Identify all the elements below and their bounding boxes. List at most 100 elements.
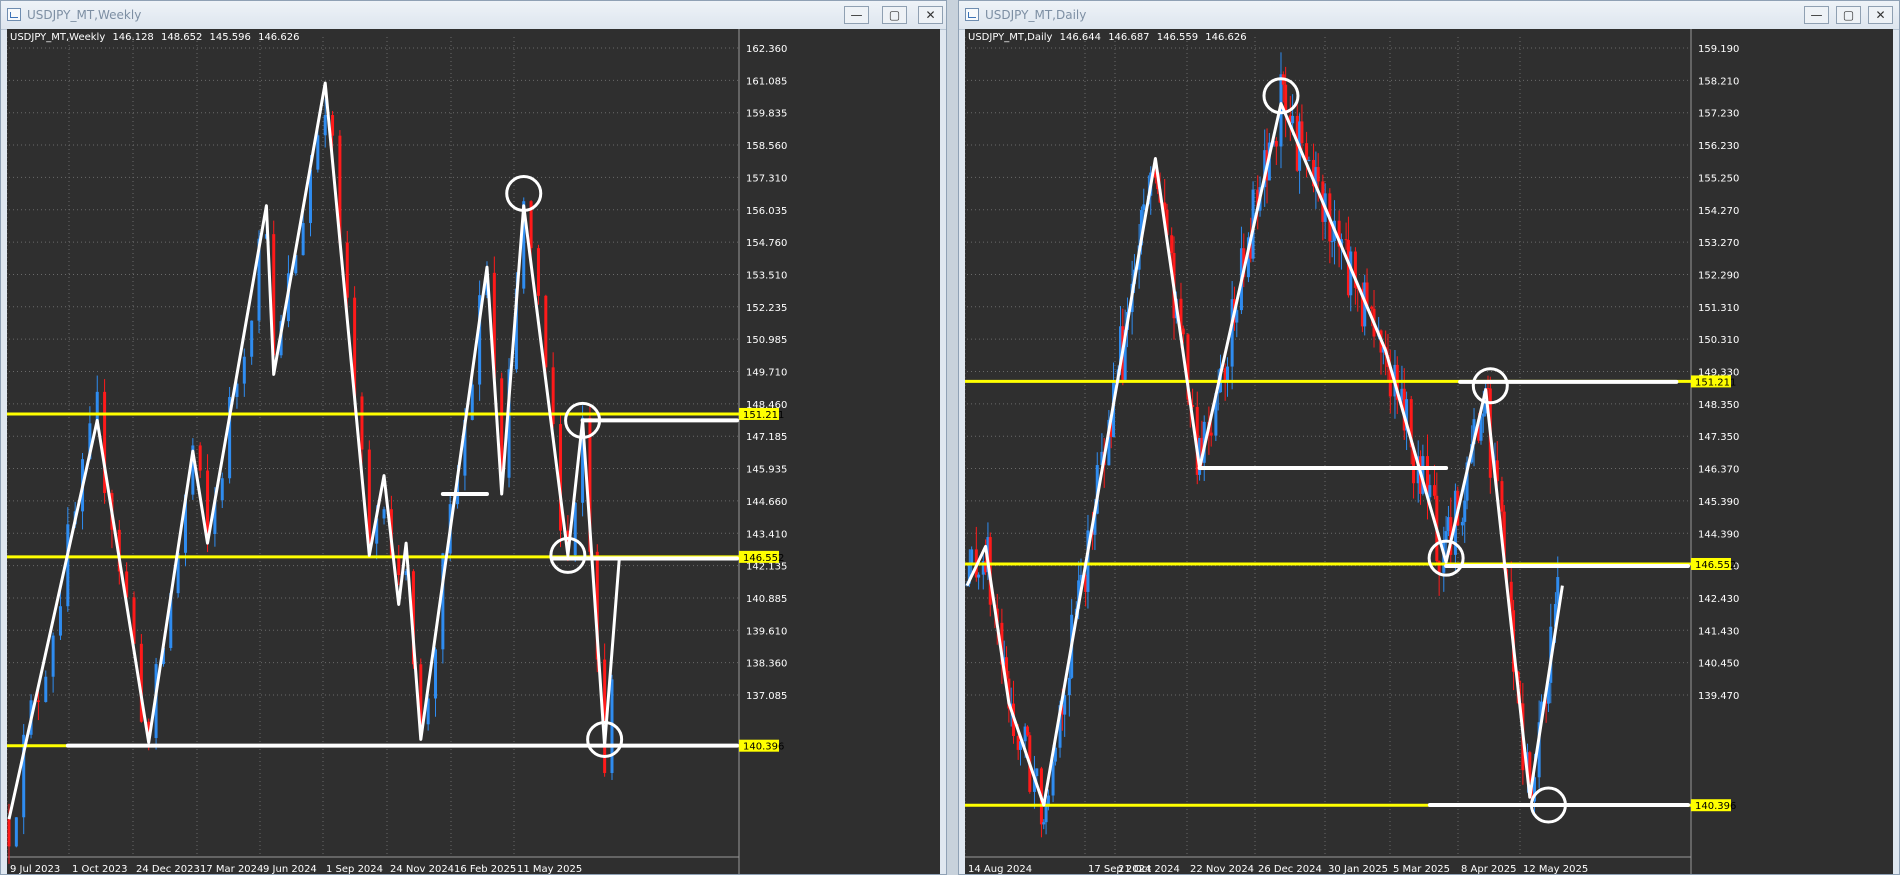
candle-body xyxy=(970,549,974,563)
restore-button[interactable]: ▢ xyxy=(882,6,907,24)
candle-body xyxy=(1481,413,1485,417)
minimize-button[interactable]: — xyxy=(1804,6,1829,24)
candle-body xyxy=(1209,432,1213,436)
open-value: 146.644 xyxy=(1059,32,1101,43)
window-titlebar[interactable]: USDJPY_MT,Daily — ▢ ✕ xyxy=(959,1,1899,30)
price-tick-label: 146.370 xyxy=(1698,465,1739,476)
symbol-label: USDJPY_MT,Weekly xyxy=(10,32,106,43)
grid-lines xyxy=(7,37,739,856)
date-tick-label: 30 Jan 2025 xyxy=(1328,864,1388,874)
candle-body xyxy=(1370,306,1374,309)
candle-body xyxy=(1044,804,1048,823)
candle-body xyxy=(1460,521,1464,526)
price-tick-label: 162.360 xyxy=(746,44,787,55)
candle-body xyxy=(551,367,555,425)
level-price-label: 146.552 xyxy=(1695,560,1736,571)
symbol-label: USDJPY_MT,Daily xyxy=(968,32,1053,43)
high-value: 148.652 xyxy=(160,32,203,43)
candle-body xyxy=(536,248,540,296)
candle-body xyxy=(1046,795,1050,805)
price-tick-label: 156.035 xyxy=(746,206,787,217)
price-tick-label: 144.660 xyxy=(746,497,787,508)
price-tick-label: 151.310 xyxy=(1698,303,1739,314)
price-tick-label: 159.190 xyxy=(1698,44,1739,55)
candle-body xyxy=(1500,481,1504,512)
candle-body xyxy=(1444,531,1448,541)
window-titlebar[interactable]: USDJPY_MT,Weekly — ▢ ✕ xyxy=(1,1,946,30)
restore-button[interactable]: ▢ xyxy=(1836,6,1861,24)
chart-canvas-daily[interactable]: 159.190 158.210 157.230 156.230 155.250 154.2… xyxy=(965,29,1893,874)
chart-window-daily[interactable]: USDJPY_MT,Daily — ▢ ✕ 159.190 158.210 157.… xyxy=(958,0,1900,875)
candle-body xyxy=(360,396,364,450)
date-tick-label: 24 Dec 2023 xyxy=(136,864,200,874)
candle-body xyxy=(95,391,99,424)
price-tick-label: 137.085 xyxy=(746,691,787,702)
price-tick-label: 157.310 xyxy=(746,173,787,184)
candle-body xyxy=(1274,140,1278,147)
price-tick-label: 155.250 xyxy=(1698,173,1739,184)
price-tick-label: 145.935 xyxy=(746,465,787,476)
candle-body xyxy=(206,470,210,534)
price-tick-label: 153.510 xyxy=(746,270,787,281)
price-tick-label: 153.270 xyxy=(1698,238,1739,249)
candle-body xyxy=(1428,485,1432,498)
candle-body xyxy=(1305,143,1309,160)
candle-body xyxy=(58,606,62,636)
price-tick-label: 139.610 xyxy=(746,626,787,637)
low-value: 145.596 xyxy=(209,32,251,43)
price-tick-label: 159.835 xyxy=(746,109,787,120)
chart-canvas-weekly[interactable]: 162.360 161.085 159.835 158.560 157.310 156.0… xyxy=(7,29,940,874)
price-tick-label: 141.430 xyxy=(1698,626,1739,637)
price-tick-label: 150.985 xyxy=(746,335,787,346)
high-value: 146.687 xyxy=(1108,32,1150,43)
candle-body xyxy=(1432,485,1436,496)
price-tick-label: 143.410 xyxy=(746,529,787,540)
candle-body xyxy=(1035,768,1039,777)
candle-body xyxy=(1142,204,1146,211)
price-tick-label: 140.885 xyxy=(746,594,787,605)
open-value: 146.128 xyxy=(112,32,154,43)
candle-body xyxy=(1051,761,1055,796)
candle-body xyxy=(301,223,305,256)
price-tick-label: 147.350 xyxy=(1698,432,1739,443)
candle-body xyxy=(1316,167,1320,182)
price-tick-label: 152.235 xyxy=(746,303,787,314)
price-chart-weekly[interactable]: 162.360 161.085 159.835 158.560 157.310 156.0… xyxy=(7,29,940,874)
price-chart-daily[interactable]: 159.190 158.210 157.230 156.230 155.250 154.2… xyxy=(965,29,1893,874)
level-price-label: 151.211 xyxy=(1695,377,1736,388)
candle-body xyxy=(434,649,438,699)
price-tick-label: 150.310 xyxy=(1698,335,1739,346)
candle-body xyxy=(242,356,246,384)
minimize-button[interactable]: — xyxy=(844,6,869,24)
close-button[interactable]: ✕ xyxy=(1868,6,1893,24)
close-button[interactable]: ✕ xyxy=(918,6,943,24)
candle-body xyxy=(1225,366,1229,381)
candle-body xyxy=(36,700,40,702)
candle-body xyxy=(220,478,224,501)
price-tick-label: 138.360 xyxy=(746,659,787,670)
candle-body xyxy=(7,819,11,847)
price-tick-label: 152.290 xyxy=(1698,270,1739,281)
date-tick-label: 16 Feb 2025 xyxy=(454,864,516,874)
price-tick-label: 140.450 xyxy=(1698,659,1739,670)
candle-body xyxy=(544,295,548,368)
close-value: 146.626 xyxy=(258,32,300,43)
candle-body xyxy=(1307,159,1311,161)
candle-body xyxy=(1181,328,1185,335)
price-tick-label: 161.085 xyxy=(746,76,787,87)
price-tick-label: 147.185 xyxy=(746,432,787,443)
zigzag-path xyxy=(7,81,621,820)
price-tick-label: 156.230 xyxy=(1698,141,1739,152)
candle-body xyxy=(44,676,48,702)
price-tick-label: 154.270 xyxy=(1698,206,1739,217)
chart-window-weekly[interactable]: USDJPY_MT,Weekly — ▢ ✕ 162.360 161.085 159… xyxy=(0,0,947,875)
ohlc-readout: USDJPY_MT,Daily 146.644 146.687 146.559 … xyxy=(968,32,1251,43)
date-tick-label: 5 Mar 2025 xyxy=(1393,864,1450,874)
candle-body xyxy=(1025,726,1029,736)
candle-body xyxy=(51,635,55,677)
candle-body xyxy=(397,556,401,576)
chart-window-icon xyxy=(965,8,979,21)
candle-body xyxy=(1300,121,1304,144)
date-tick-label: 21 Oct 2024 xyxy=(1118,864,1180,874)
candle-body xyxy=(1330,240,1334,242)
